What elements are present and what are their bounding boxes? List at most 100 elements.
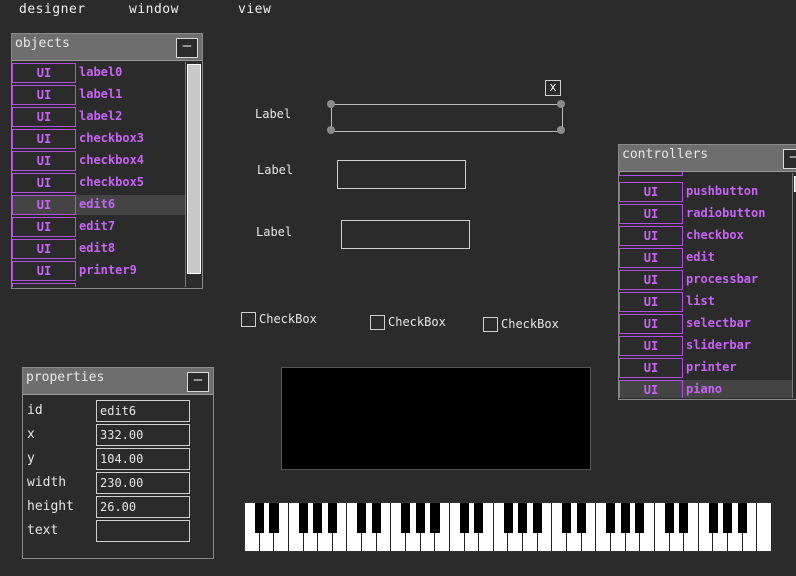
property-key: width: [27, 475, 67, 490]
controllers-list-item[interactable]: UI edit: [619, 248, 793, 268]
canvas-checkbox-2[interactable]: [483, 317, 498, 332]
piano-black-key[interactable]: [459, 503, 469, 533]
piano-black-key[interactable]: [328, 503, 338, 533]
property-value-field[interactable]: 332.00: [96, 424, 190, 446]
controllers-list-item[interactable]: UI piano: [619, 380, 793, 398]
canvas-checkbox-0[interactable]: [241, 312, 256, 327]
controllers-panel-title: controllers: [622, 147, 709, 162]
objects-list-item-partial[interactable]: [12, 283, 186, 287]
canvas-label-0[interactable]: Label: [255, 107, 291, 121]
piano-black-key[interactable]: [415, 503, 425, 533]
piano-black-key[interactable]: [708, 503, 718, 533]
piano-black-key[interactable]: [576, 503, 586, 533]
objects-list-item[interactable]: UI edit6: [12, 195, 186, 215]
controllers-list-item[interactable]: UI sliderbar: [619, 336, 793, 356]
canvas-edit-2[interactable]: [341, 220, 470, 249]
resize-handle-top-left[interactable]: [327, 100, 335, 108]
objects-list-item[interactable]: UI edit7: [12, 217, 186, 237]
objects-panel-header[interactable]: objects —: [12, 34, 202, 61]
properties-panel: properties — id edit6 x 332.00 y 104.00 width 2…: [22, 367, 214, 559]
controllers-panel: controllers — UIpushbuttonUIradiobuttonU…: [618, 144, 796, 400]
resize-handle-bottom-right[interactable]: [557, 126, 565, 134]
menu-window[interactable]: window: [129, 2, 179, 17]
piano-black-key[interactable]: [518, 503, 528, 533]
property-value-field[interactable]: [96, 520, 190, 542]
ui-tag: UI: [619, 270, 683, 290]
resize-handle-bottom-left[interactable]: [327, 126, 335, 134]
piano-black-key[interactable]: [635, 503, 645, 533]
objects-minimize-button[interactable]: —: [176, 38, 198, 58]
ui-tag: UI: [12, 85, 76, 105]
controllers-list-item[interactable]: UI radiobutton: [619, 204, 793, 224]
piano-black-key[interactable]: [562, 503, 572, 533]
menu-view[interactable]: view: [238, 2, 271, 17]
ui-tag: UI: [619, 336, 683, 356]
objects-item-label: label2: [79, 109, 123, 123]
canvas-label-1[interactable]: Label: [257, 163, 293, 177]
controllers-list-item[interactable]: UI processbar: [619, 270, 793, 290]
objects-panel: objects — UI label0 UI label1 UI label2 UI chec…: [11, 33, 203, 289]
objects-scrollbar[interactable]: [185, 62, 202, 287]
properties-panel-header[interactable]: properties —: [23, 368, 213, 395]
ui-tag: UI: [12, 173, 76, 193]
objects-list-item[interactable]: UI checkbox5: [12, 173, 186, 193]
canvas-printer[interactable]: [281, 367, 591, 470]
piano-black-key[interactable]: [474, 503, 484, 533]
piano-black-key[interactable]: [620, 503, 630, 533]
piano-black-key[interactable]: [357, 503, 367, 533]
objects-scroll-thumb[interactable]: [187, 64, 201, 274]
ui-tag: UI: [619, 380, 683, 398]
property-value-field[interactable]: 230.00: [96, 472, 190, 494]
piano-black-key[interactable]: [298, 503, 308, 533]
objects-list-item[interactable]: UI printer9: [12, 261, 186, 281]
piano-black-key[interactable]: [737, 503, 747, 533]
controllers-item-label: edit: [686, 250, 715, 264]
piano-black-key[interactable]: [503, 503, 513, 533]
ui-tag: UI: [619, 292, 683, 312]
controllers-minimize-button[interactable]: —: [783, 149, 796, 169]
properties-minimize-button[interactable]: —: [187, 372, 209, 392]
piano-black-key[interactable]: [401, 503, 411, 533]
canvas-checkbox-1[interactable]: [370, 315, 385, 330]
properties-panel-title: properties: [26, 370, 105, 385]
resize-handle-top-right[interactable]: [557, 100, 565, 108]
controllers-panel-header[interactable]: controllers —: [619, 145, 796, 172]
objects-list-item[interactable]: UI checkbox3: [12, 129, 186, 149]
piano-black-key[interactable]: [664, 503, 674, 533]
objects-list-item[interactable]: UI label1: [12, 85, 186, 105]
menu-designer[interactable]: designer: [19, 2, 86, 17]
controllers-scrollbar[interactable]: [792, 173, 796, 398]
objects-list-item[interactable]: UI label2: [12, 107, 186, 127]
objects-panel-title: objects: [15, 36, 70, 51]
piano-black-key[interactable]: [679, 503, 689, 533]
objects-list-item[interactable]: UI checkbox4: [12, 151, 186, 171]
controllers-list-item[interactable]: UI pushbutton: [619, 182, 793, 202]
controllers-list-item[interactable]: UI list: [619, 292, 793, 312]
controllers-list-item-partial[interactable]: [619, 172, 793, 176]
property-key: id: [27, 403, 43, 418]
canvas-checkbox-label-0: CheckBox: [259, 312, 317, 326]
objects-list-item[interactable]: UI edit8: [12, 239, 186, 259]
piano-black-key[interactable]: [723, 503, 733, 533]
piano-black-key[interactable]: [606, 503, 616, 533]
piano-black-key[interactable]: [371, 503, 381, 533]
controllers-list-item[interactable]: UI checkbox: [619, 226, 793, 246]
piano-black-key[interactable]: [269, 503, 279, 533]
canvas-edit-selected[interactable]: [331, 104, 563, 132]
controllers-list-item[interactable]: UI selectbar: [619, 314, 793, 334]
canvas-piano[interactable]: [244, 502, 773, 552]
ui-tag: UI: [619, 314, 683, 334]
objects-list-item[interactable]: UI label0: [12, 63, 186, 83]
property-value-field[interactable]: 104.00: [96, 448, 190, 470]
piano-white-key[interactable]: [757, 503, 772, 551]
property-value-field[interactable]: 26.00: [96, 496, 190, 518]
piano-black-key[interactable]: [313, 503, 323, 533]
piano-black-key[interactable]: [254, 503, 264, 533]
close-button[interactable]: x: [545, 80, 561, 96]
piano-black-key[interactable]: [430, 503, 440, 533]
controllers-list-item[interactable]: UI printer: [619, 358, 793, 378]
property-value-field[interactable]: edit6: [96, 400, 190, 422]
piano-black-key[interactable]: [532, 503, 542, 533]
canvas-edit-1[interactable]: [337, 160, 466, 189]
canvas-label-2[interactable]: Label: [256, 225, 292, 239]
